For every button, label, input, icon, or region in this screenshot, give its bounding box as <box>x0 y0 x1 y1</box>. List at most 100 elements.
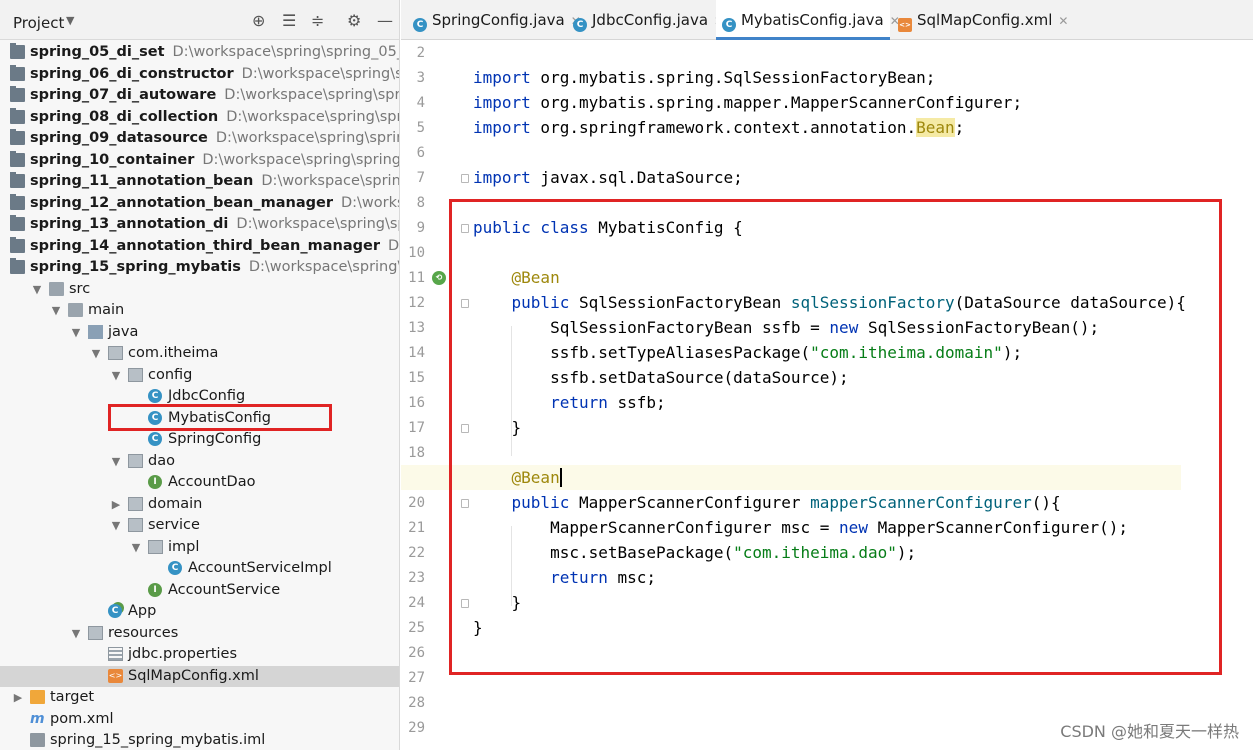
code-line-3: import org.mybatis.spring.SqlSessionFact… <box>473 68 936 87</box>
line-number: 17 <box>408 420 425 436</box>
tree-item-label: dao <box>148 451 175 472</box>
tree-item-label: main <box>88 300 124 321</box>
tree-item-path: D:\workspace\spring\spring_09_c <box>215 130 399 146</box>
tree-item-label: jdbc.properties <box>128 644 237 665</box>
tree-item-label: spring_10_container D:\workspace\spring\s… <box>30 150 400 171</box>
tree-item-accountservice[interactable]: I AccountService <box>0 580 399 601</box>
resources-folder-icon <box>88 625 103 640</box>
tree-item-spring-15-spring-mybatis[interactable]: spring_15_spring_mybatis D:\workspace\spr… <box>0 257 399 278</box>
tree-item-spring-13-annotation-di[interactable]: spring_13_annotation_di D:\workspace\spri… <box>0 214 399 235</box>
tree-item-spring-10-container[interactable]: spring_10_container D:\workspace\spring\s… <box>0 150 400 171</box>
chevron-down-icon[interactable]: ▼ <box>66 14 74 27</box>
chevron-right-icon[interactable]: ▶ <box>12 687 24 708</box>
tree-item-spring-15-spring-mybatis-iml[interactable]: spring_15_spring_mybatis.iml <box>0 730 399 750</box>
line-number: 6 <box>416 145 425 161</box>
module-folder-icon <box>10 258 25 274</box>
highlight-box-mybatisconfig <box>108 404 332 431</box>
tree-item-label: SpringConfig <box>168 429 261 450</box>
tree-item-label: spring_15_spring_mybatis.iml <box>50 730 265 750</box>
tree-item-path: D:\workspace\spring\sprin <box>261 173 400 189</box>
tab-jdbcconfig[interactable]: CJdbcConfig.java✕ <box>567 0 724 40</box>
close-icon[interactable]: ✕ <box>1058 14 1068 28</box>
tree-item-name: spring_14_annotation_third_bean_manager <box>30 237 380 254</box>
tree-item-jdbc-properties[interactable]: jdbc.properties <box>0 644 399 665</box>
tree-item-label: src <box>69 279 90 300</box>
tree-item-name: SqlMapConfig.xml <box>128 667 259 684</box>
tree-item-label: service <box>148 515 200 536</box>
folder-icon <box>68 303 83 317</box>
tree-item-app[interactable]: C App <box>0 601 399 622</box>
tab-sqlmapconfig[interactable]: <> SqlMapConfig.xml ✕ <box>892 0 1068 40</box>
editor-tabs: CSpringConfig.java✕ CJdbcConfig.java✕ CM… <box>401 0 1253 40</box>
tree-item-impl[interactable]: ▼ impl <box>0 537 399 558</box>
chevron-down-icon[interactable]: ▼ <box>110 451 122 472</box>
tree-item-label: resources <box>108 623 178 644</box>
spring-bean-icon[interactable]: ⟲ <box>432 271 446 285</box>
chevron-down-icon[interactable]: ▼ <box>50 300 62 321</box>
tree-item-sqlmapconfig-xml[interactable]: <> SqlMapConfig.xml <box>0 665 399 687</box>
tree-item-spring-12-annotation-bean-manager[interactable]: spring_12_annotation_bean_manager D:\work… <box>0 193 399 214</box>
chevron-down-icon[interactable]: ▼ <box>31 279 43 300</box>
tab-mybatisconfig[interactable]: C MybatisConfig.java ✕ <box>716 0 900 40</box>
tree-item-target[interactable]: ▶ target <box>0 687 399 708</box>
tree-item-name: resources <box>108 624 179 641</box>
tree-item-path: D:\workspace\spring\spring_08 <box>226 108 399 125</box>
fold-marker-icon[interactable] <box>461 174 469 183</box>
chevron-down-icon[interactable]: ▼ <box>130 537 142 558</box>
folder-icon <box>49 281 64 296</box>
tab-label: MybatisConfig.java <box>741 11 884 29</box>
tree-item-java[interactable]: ▼ java <box>0 322 399 343</box>
line-number: 24 <box>408 595 425 611</box>
tree-item-spring-05-di-set[interactable]: spring_05_di_set D:\workspace\spring\spri… <box>0 42 399 63</box>
tree-item-springconfig[interactable]: C SpringConfig <box>0 429 399 450</box>
tab-springconfig[interactable]: CSpringConfig.java✕ <box>407 0 581 40</box>
line-number: 29 <box>408 720 425 736</box>
project-panel: Project ▼ ⊕ ☰ ≑ ⚙ — spring_05_di_set D:\w… <box>0 0 400 750</box>
collapse-all-icon[interactable]: ≑ <box>311 13 324 29</box>
tree-item-accountdao[interactable]: I AccountDao <box>0 472 399 493</box>
tree-item-com-itheima[interactable]: ▼ com.itheima <box>0 343 399 364</box>
tree-item-spring-08-di-collection[interactable]: spring_08_di_collection D:\workspace\spri… <box>0 107 399 128</box>
class-icon: C <box>148 432 162 446</box>
tree-item-label: spring_09_datasource D:\workspace\spring\… <box>30 128 399 149</box>
tree-item-config[interactable]: ▼ config <box>0 365 399 386</box>
expand-all-icon[interactable]: ☰ <box>282 13 296 29</box>
chevron-right-icon[interactable]: ▶ <box>110 494 122 515</box>
locate-icon[interactable]: ⊕ <box>252 13 265 29</box>
tree-item-pom-xml[interactable]: m pom.xml <box>0 709 399 730</box>
xml-file-icon: <> <box>898 18 912 32</box>
interface-icon: I <box>148 475 162 489</box>
tree-item-spring-14-annotation-third-bean-manager[interactable]: spring_14_annotation_third_bean_manager D… <box>0 236 399 257</box>
tree-item-label: App <box>128 601 156 622</box>
tree-item-spring-07-di-autoware[interactable]: spring_07_di_autoware D:\workspace\spring… <box>0 85 399 106</box>
tree-item-dao[interactable]: ▼ dao <box>0 451 399 472</box>
chevron-down-icon[interactable]: ▼ <box>70 623 82 644</box>
tree-item-path: D:\workspace\spring\spring_10_co <box>202 151 400 168</box>
tree-item-service[interactable]: ▼ service <box>0 515 399 536</box>
tree-item-spring-09-datasource[interactable]: spring_09_datasource D:\workspace\spring\… <box>0 128 399 149</box>
line-number: 22 <box>408 545 425 561</box>
tree-item-main[interactable]: ▼ main <box>0 300 399 321</box>
tree-item-accountserviceimpl[interactable]: C AccountServiceImpl <box>0 558 399 579</box>
tab-label: SqlMapConfig.xml <box>917 11 1053 29</box>
chevron-down-icon[interactable]: ▼ <box>70 322 82 343</box>
tree-item-name: java <box>108 323 139 340</box>
tree-item-spring-11-annotation-bean[interactable]: spring_11_annotation_bean D:\workspace\sp… <box>0 171 400 192</box>
watermark: CSDN @她和夏天一样热 <box>1060 722 1239 741</box>
tree-item-spring-06-di-constructor[interactable]: spring_06_di_constructor D:\workspace\spr… <box>0 64 399 85</box>
tree-item-src[interactable]: ▼ src <box>0 279 399 300</box>
tree-item-resources[interactable]: ▼ resources <box>0 623 399 644</box>
tree-item-name: JdbcConfig <box>168 388 246 404</box>
module-folder-icon <box>10 86 25 102</box>
line-number: 20 <box>408 495 425 511</box>
tree-item-label: spring_08_di_collection D:\workspace\spri… <box>30 107 399 128</box>
project-panel-title[interactable]: Project <box>13 14 64 32</box>
module-folder-icon <box>10 236 25 253</box>
minimize-icon[interactable]: — <box>377 13 393 29</box>
chevron-down-icon[interactable]: ▼ <box>110 515 122 536</box>
gear-icon[interactable]: ⚙ <box>347 13 361 29</box>
chevron-down-icon[interactable]: ▼ <box>110 365 122 386</box>
tree-item-domain[interactable]: ▶ domain <box>0 494 399 515</box>
chevron-down-icon[interactable]: ▼ <box>90 343 102 364</box>
source-folder-icon <box>88 324 103 339</box>
